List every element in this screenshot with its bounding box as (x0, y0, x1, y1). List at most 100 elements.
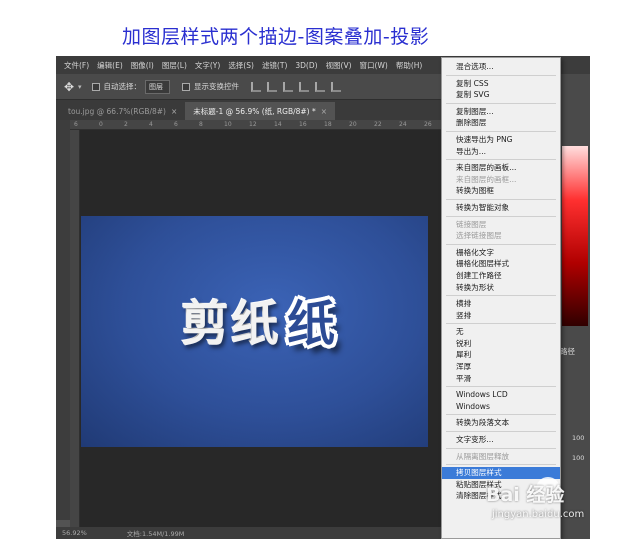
menu-separator (446, 414, 556, 416)
ruler-tick-label: 8 (199, 121, 203, 128)
tool-preset-dropdown-icon[interactable]: ▾ (78, 83, 82, 91)
paths-tab[interactable]: 路径 (560, 346, 575, 357)
layer-context-menu: 混合选项... 复制 CSS 复制 SVG 复制图层... 删除图层快速导出为 PNG 导… (441, 57, 561, 539)
tutorial-caption: 加图层样式两个描边-图案叠加-投影 (122, 26, 430, 48)
align-center-icon[interactable] (315, 81, 326, 92)
zoom-level[interactable]: 56.92% (62, 529, 87, 537)
menu-separator (446, 215, 556, 217)
canvas-char-jian: 剪 (181, 296, 230, 352)
menu-separator (446, 447, 556, 449)
ruler-tick-label: 6 (174, 121, 178, 128)
context-menu-item[interactable]: 转换为段落文本 (442, 417, 560, 429)
menu-item[interactable]: 帮助(H) (396, 60, 423, 71)
canvas-area[interactable]: 剪 纸 纸 (80, 130, 446, 530)
close-icon[interactable]: × (171, 107, 177, 116)
horizontal-ruler: 6 0 2 4 6 8 10 12 14 16 18 20 22 24 26 (70, 120, 446, 130)
ruler-tick-label: 24 (399, 121, 407, 128)
ruler-tick-label: 22 (374, 121, 382, 128)
context-menu-item[interactable]: 横排 (442, 298, 560, 310)
context-menu-item[interactable]: Windows LCD (442, 389, 560, 401)
menu-item[interactable]: 3D(D) (295, 61, 317, 70)
menu-item[interactable]: 文件(F) (64, 60, 89, 71)
context-menu-item[interactable]: 栅格化文字 (442, 247, 560, 259)
align-right-icon[interactable] (331, 81, 342, 92)
align-bottom-icon[interactable] (283, 81, 294, 92)
tools-panel[interactable] (56, 120, 70, 520)
ruler-tick-label: 6 (74, 121, 78, 128)
tutorial-caption-banner: 加图层样式两个描边-图案叠加-投影 (0, 0, 633, 52)
menu-item[interactable]: 滤镜(T) (262, 60, 287, 71)
context-menu-item[interactable]: 创建工作路径 (442, 270, 560, 282)
menu-item[interactable]: 编辑(E) (97, 60, 123, 71)
canvas-char-zhi-outlined: 纸 (287, 296, 336, 352)
menu-item[interactable]: 图层(L) (162, 60, 187, 71)
show-transform-label: 显示变换控件 (194, 82, 240, 91)
document-tabs: tou.jpg @ 66.7%(RGB/8#) × 未标题-1 @ 56.9% … (56, 100, 446, 120)
context-menu-item[interactable]: 转换为智能对象 (442, 202, 560, 214)
context-menu-item[interactable]: 锐利 (442, 338, 560, 350)
menu-separator (446, 431, 556, 433)
menu-item[interactable]: 视图(V) (326, 60, 352, 71)
context-menu-item[interactable]: 导出为... (442, 146, 560, 158)
menu-item[interactable]: 窗口(W) (360, 60, 388, 71)
document-canvas[interactable]: 剪 纸 纸 (81, 216, 428, 447)
fill-value[interactable]: 100 (572, 454, 584, 462)
menu-separator (446, 102, 556, 104)
menu-separator (446, 323, 556, 325)
ruler-tick-label: 4 (149, 121, 153, 128)
context-menu-item[interactable]: 复制 CSS (442, 78, 560, 90)
auto-select-dropdown[interactable]: 图层 (145, 79, 171, 94)
menu-separator (446, 159, 556, 161)
context-menu-item[interactable]: 删除图层 (442, 117, 560, 129)
tab-label: 未标题-1 @ 56.9% (纸, RGB/8#) * (193, 106, 316, 116)
baidu-jingyan-watermark: Bai 经验 jingyan.baidu.com (470, 476, 630, 528)
context-menu-item: 选择链接图层 (456, 231, 502, 241)
context-menu-item: 来自图层的画框... (456, 174, 517, 184)
menu-item[interactable]: 选择(S) (228, 60, 254, 71)
align-left-icon[interactable] (299, 81, 310, 92)
context-menu-item[interactable]: 复制 SVG (442, 89, 560, 101)
tab-untitled-1[interactable]: 未标题-1 @ 56.9% (纸, RGB/8#) * × (185, 102, 336, 120)
align-middle-icon[interactable] (267, 81, 278, 92)
context-menu-item[interactable]: 转换为形状 (442, 282, 560, 294)
watermark-logo: Bai 经验 (486, 484, 565, 506)
context-menu-item[interactable]: 快速导出为 PNG (442, 134, 560, 146)
ruler-tick-label: 18 (324, 121, 332, 128)
ruler-tick-label: 14 (274, 121, 282, 128)
context-menu-item[interactable]: 栅格化图层样式 (442, 258, 560, 270)
menu-item[interactable]: 文字(Y) (195, 60, 220, 71)
tab-tou-jpg[interactable]: tou.jpg @ 66.7%(RGB/8#) × (60, 102, 186, 120)
context-menu-item[interactable]: 文字变形... (442, 434, 560, 446)
color-picker-spectrum[interactable] (562, 146, 588, 326)
context-menu-item[interactable]: 犀利 (442, 349, 560, 361)
show-transform-checkbox[interactable] (182, 82, 191, 91)
close-icon[interactable]: × (321, 107, 327, 116)
context-menu-item[interactable]: 复制图层... (442, 106, 560, 118)
move-tool-icon[interactable]: ✥ (64, 80, 78, 94)
context-menu-item[interactable]: 竖排 (442, 310, 560, 322)
doc-size: 文档:1.54M/1.99M (126, 530, 185, 538)
context-menu-item: 从隔离图层释放 (456, 451, 510, 461)
align-top-icon[interactable] (251, 81, 262, 92)
context-menu-item[interactable]: Windows (442, 401, 560, 413)
context-menu-item[interactable]: 无 (442, 326, 560, 338)
ruler-tick-label: 26 (424, 121, 432, 128)
opacity-value[interactable]: 100 (572, 434, 584, 442)
context-menu-item[interactable]: 浑厚 (442, 361, 560, 373)
context-menu-item[interactable]: 转换为图框 (442, 185, 560, 197)
context-menu-item[interactable]: 混合选项... (442, 61, 560, 73)
menu-separator (446, 198, 556, 200)
context-menu-item[interactable]: 来自图层的画板... (442, 162, 560, 174)
menu-separator (446, 386, 556, 388)
menu-item[interactable]: 图像(I) (131, 60, 154, 71)
ruler-tick-label: 10 (224, 121, 232, 128)
ruler-tick-label: 12 (249, 121, 257, 128)
menu-separator (446, 74, 556, 76)
auto-select-checkbox[interactable] (91, 82, 100, 91)
vertical-ruler (70, 130, 80, 530)
menu-separator (446, 295, 556, 297)
context-menu-item[interactable]: 平滑 (442, 373, 560, 385)
align-buttons (251, 81, 347, 92)
menu-separator (446, 464, 556, 466)
ruler-tick-label: 16 (299, 121, 307, 128)
